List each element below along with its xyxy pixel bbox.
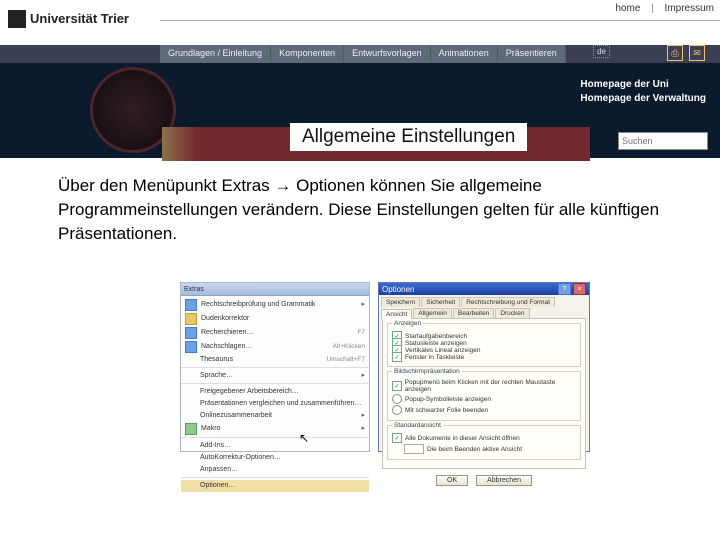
extras-item[interactable]: Präsentationen vergleichen und zusammenf… — [200, 399, 365, 409]
extras-item[interactable]: Recherchieren… — [201, 328, 353, 338]
nav-entwurfsvorlagen[interactable]: Entwurfsvorlagen — [344, 45, 431, 63]
close-icon[interactable]: × — [573, 283, 586, 295]
tab-speichern[interactable]: Speichern — [381, 297, 420, 307]
checkbox-label: Alle Dokumente in dieser Ansicht öffnen — [405, 435, 520, 442]
mail-icon[interactable]: ✉ — [689, 45, 705, 61]
dropdown[interactable] — [404, 444, 424, 454]
homepage-verwaltung-link[interactable]: Homepage der Verwaltung — [580, 92, 706, 106]
body-paragraph: Über den Menüpunkt Extras → Optionen kön… — [58, 174, 660, 246]
checkbox-label: Fenster in Taskleiste — [405, 354, 464, 361]
separator: | — [649, 0, 656, 17]
options-titlebar: Optionen ? × — [379, 283, 589, 295]
search-zone: ⌕ — [604, 132, 708, 150]
extras-item[interactable]: Freigegebener Arbeitsbereich… — [200, 387, 365, 397]
checkbox-label: Vertikales Lineal anzeigen — [405, 347, 481, 354]
home-link[interactable]: home — [609, 0, 646, 17]
nav-grundlagen[interactable]: Grundlagen / Einleitung — [160, 45, 271, 63]
tab-bearbeiten[interactable]: Bearbeiten — [453, 308, 494, 318]
extras-item[interactable]: AutoKorrektur-Optionen… — [200, 453, 365, 463]
submenu-arrow-icon: ▸ — [361, 411, 365, 421]
tab-sicherheit[interactable]: Sicherheit — [421, 297, 460, 307]
header-util-icons: ⎙ ✉ — [667, 45, 705, 61]
options-dialog-screenshot: Optionen ? × Speichern Sicherheit Rechts… — [378, 282, 590, 452]
page-title: Allgemeine Einstellungen — [290, 123, 527, 151]
print-icon[interactable]: ⎙ — [667, 45, 683, 61]
checkbox-icon[interactable]: ✓ — [392, 352, 402, 362]
ok-button[interactable]: OK — [436, 475, 468, 486]
logo-text: Universität Trier — [30, 11, 129, 26]
group-title: Anzeigen — [392, 320, 423, 327]
checkbox-icon[interactable]: ✓ — [392, 433, 402, 443]
extras-menu-list: Rechtschreibprüfung und Grammatik ▸ Duden… — [181, 296, 369, 494]
options-pane: Anzeigen ✓Startaufgabenbereich ✓Statusle… — [382, 318, 586, 469]
group-title: Bildschirmpräsentation — [392, 368, 462, 375]
nav-spacer — [0, 45, 160, 63]
extras-item[interactable]: Dudenkorrektor — [201, 314, 365, 324]
checkbox-label: Popupmenü beim Klicken mit der rechten M… — [405, 379, 576, 393]
lookup-icon — [185, 341, 197, 353]
accelerator: Umschalt+F7 — [327, 355, 365, 365]
tab-ansicht[interactable]: Ansicht — [381, 309, 412, 319]
cursor-icon: ↖ — [299, 431, 309, 445]
checkbox-label: Startaufgabenbereich — [405, 333, 467, 340]
accelerator: F7 — [357, 328, 365, 338]
group-anzeigen: Anzeigen ✓Startaufgabenbereich ✓Statusle… — [387, 323, 581, 367]
group-title: Standardansicht — [392, 422, 443, 429]
accelerator: Alt+Klicken — [333, 342, 365, 352]
checkbox-label: Statusleiste anzeigen — [405, 340, 467, 347]
submenu-arrow-icon: ▸ — [361, 424, 365, 434]
tab-allgemein[interactable]: Allgemein — [413, 308, 452, 318]
impressum-link[interactable]: Impressum — [659, 0, 720, 17]
extras-item[interactable]: Onlinezusammenarbeit — [200, 411, 357, 421]
extras-item[interactable]: Rechtschreibprüfung und Grammatik — [201, 300, 357, 310]
nav-animationen[interactable]: Animationen — [431, 45, 498, 63]
extras-menu-label: Extras — [184, 286, 204, 293]
extras-item-optionen[interactable]: Optionen… — [200, 481, 365, 491]
extras-item[interactable]: Makro — [201, 424, 357, 434]
macro-icon — [185, 423, 197, 435]
options-title: Optionen — [382, 285, 414, 294]
checkbox-icon[interactable]: ✓ — [392, 381, 402, 391]
help-icon[interactable]: ? — [558, 283, 571, 295]
tab-rechtschreibung[interactable]: Rechtschreibung und Format — [461, 297, 555, 307]
submenu-arrow-icon: ▸ — [361, 371, 365, 381]
extras-menu-screenshot: Extras Rechtschreibprüfung und Grammatik… — [180, 282, 370, 452]
search-input[interactable] — [618, 132, 708, 150]
homepage-uni-link[interactable]: Homepage der Uni — [580, 78, 706, 92]
search-icon: ⌕ — [604, 133, 612, 150]
cancel-button[interactable]: Abbrechen — [476, 475, 532, 486]
extras-item[interactable]: Sprache… — [200, 371, 357, 381]
dialog-buttons: OK Abbrechen — [379, 472, 589, 489]
submenu-arrow-icon: ▸ — [361, 300, 365, 310]
screenshots: Extras Rechtschreibprüfung und Grammatik… — [180, 282, 590, 450]
group-bildschirmpraesentation: Bildschirmpräsentation ✓Popupmenü beim K… — [387, 371, 581, 421]
dropdown-value: Die beim Beenden aktive Ansicht — [427, 446, 522, 453]
extras-item[interactable]: Anpassen… — [200, 465, 365, 475]
main-nav: Grundlagen / Einleitung Komponenten Entw… — [0, 45, 720, 63]
research-icon — [185, 327, 197, 339]
language-badge[interactable]: de — [593, 45, 610, 58]
extras-item[interactable]: Add-Ins… — [200, 441, 365, 451]
tab-drucken[interactable]: Drucken — [495, 308, 529, 318]
homepage-links: Homepage der Uni Homepage der Verwaltung — [580, 78, 706, 106]
logo-zone: Universität Trier — [0, 20, 160, 45]
group-standardansicht: Standardansicht ✓Alle Dokumente in diese… — [387, 425, 581, 460]
duden-icon — [185, 313, 197, 325]
logo-icon — [8, 10, 26, 28]
extras-item[interactable]: Thesaurus — [200, 355, 323, 365]
header: Universität Trier Grundlagen / Einleitun… — [0, 20, 720, 155]
extras-menu-title: Extras — [181, 283, 369, 296]
radio-icon[interactable] — [392, 394, 402, 404]
nav-komponenten[interactable]: Komponenten — [271, 45, 344, 63]
radio-label: Mit schwarzer Folie beenden — [405, 407, 488, 414]
nav-praesentieren[interactable]: Präsentieren — [498, 45, 566, 63]
extras-item[interactable]: Nachschlagen… — [201, 342, 329, 352]
spellcheck-icon — [185, 299, 197, 311]
radio-icon[interactable] — [392, 405, 402, 415]
options-tabs: Speichern Sicherheit Rechtschreibung und… — [379, 295, 589, 318]
radio-label: Popup-Symbolleiste anzeigen — [405, 396, 491, 403]
